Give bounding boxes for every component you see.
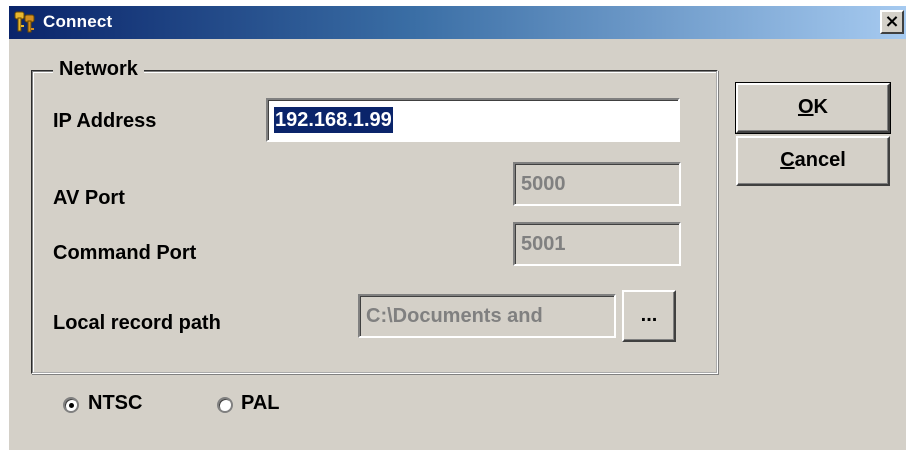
keys-icon [14, 11, 35, 33]
local-record-path-label: Local record path [53, 312, 221, 334]
ok-hotkey: O [797, 96, 814, 118]
av-port-input[interactable]: 5000 [513, 162, 681, 206]
ip-address-input[interactable]: 192.168.1.99 [266, 98, 680, 142]
radio-selected-dot [69, 403, 74, 408]
close-button[interactable]: × [880, 10, 904, 34]
ntsc-label[interactable]: NTSC [88, 392, 142, 415]
ok-button[interactable]: OK [735, 82, 891, 134]
cancel-label: ancel [794, 149, 846, 171]
title-bar[interactable]: Connect × [9, 6, 906, 39]
cancel-hotkey: C [780, 149, 795, 171]
pal-radio[interactable] [217, 397, 233, 413]
ntsc-radio[interactable] [63, 397, 79, 413]
cancel-button[interactable]: Cancel [736, 136, 890, 186]
command-port-input[interactable]: 5001 [513, 222, 681, 266]
pal-label[interactable]: PAL [241, 392, 280, 415]
connect-dialog: Connect × Network IP Address 192.168.1.9… [0, 0, 906, 450]
ip-address-label: IP Address [53, 110, 157, 132]
network-group-title: Network [53, 58, 144, 81]
av-port-label: AV Port [53, 187, 125, 209]
window-title: Connect [43, 12, 113, 31]
local-record-path-input[interactable]: C:\Documents and [358, 294, 616, 338]
command-port-label: Command Port [53, 242, 197, 264]
ip-address-value: 192.168.1.99 [274, 107, 393, 133]
browse-button[interactable]: ... [622, 290, 676, 342]
ok-label: K [813, 96, 828, 118]
